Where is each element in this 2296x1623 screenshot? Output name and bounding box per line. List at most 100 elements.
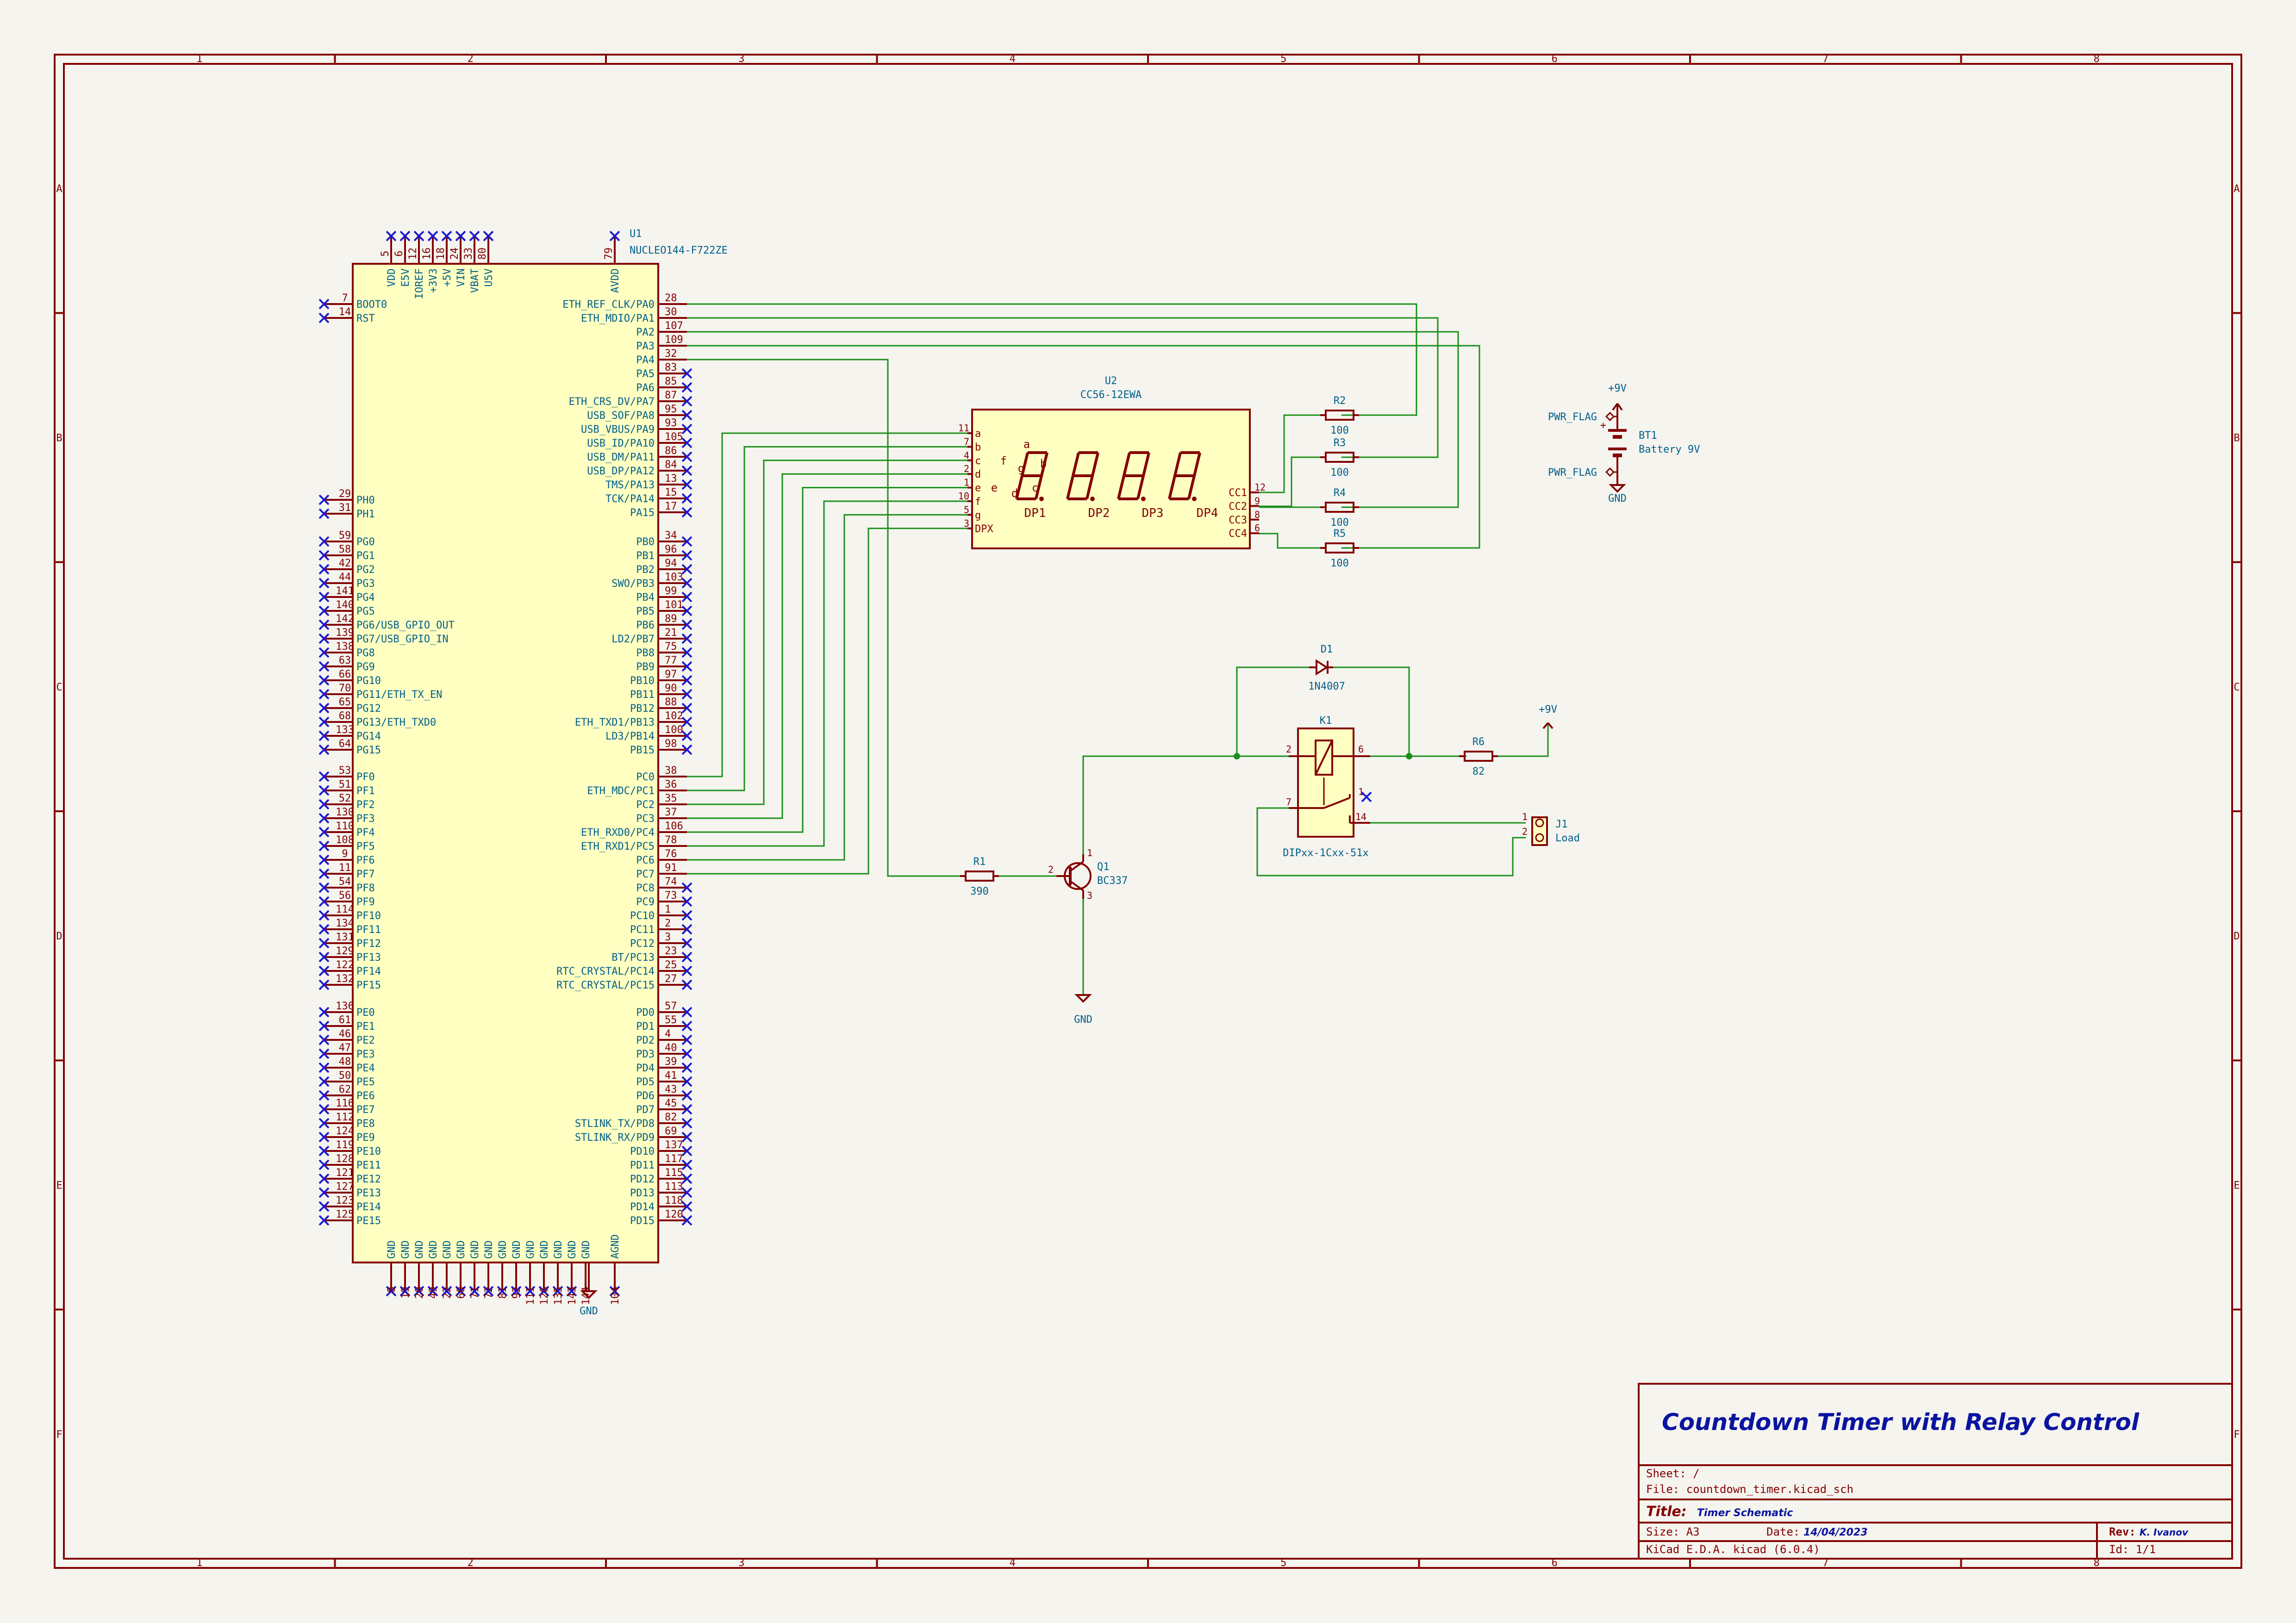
pin-number: 3 (1087, 890, 1092, 901)
pin-name: PD13 (630, 1188, 655, 1199)
pin-name: PB2 (636, 564, 655, 576)
pin-number: 112 (336, 1112, 354, 1123)
pin-number: 40 (665, 1042, 677, 1054)
resistor-value: 100 (1330, 558, 1349, 569)
pin-number: 14 (339, 306, 351, 318)
resistor-value: 100 (1330, 425, 1349, 436)
pin-number: 104 (610, 1287, 621, 1305)
pin-number: 2 (1286, 744, 1292, 755)
pin-number: 71 (469, 1287, 481, 1299)
digit-point-label: DP3 (1142, 506, 1164, 520)
pin-number: 98 (665, 738, 677, 750)
pin-name: PC3 (636, 813, 655, 825)
pin-number: 41 (665, 1070, 677, 1082)
pin-number: 118 (665, 1195, 683, 1206)
u2-body (971, 409, 1251, 549)
pin-name: PG1 (356, 550, 375, 562)
pin-name: PF6 (356, 855, 375, 866)
pin-number: 73 (665, 890, 677, 902)
relay-body (1297, 728, 1354, 838)
pin-number: 130 (336, 807, 354, 818)
pin-name: PE1 (356, 1021, 375, 1032)
pin-number: 123 (336, 1195, 354, 1206)
pin-name: RTC_CRYSTAL/PC15 (556, 980, 655, 991)
pin-number: 31 (339, 502, 351, 514)
frame-row-label: E (2234, 1180, 2240, 1192)
pin-number: 65 (339, 696, 351, 708)
size-label: Size: A3 (1646, 1525, 1700, 1538)
pin-name: GND (497, 1240, 509, 1259)
pin-name: GND (567, 1240, 578, 1259)
pin-name: ETH_CRS_DV/PA7 (569, 396, 655, 408)
q1-reference: Q1 (1097, 861, 1110, 873)
pin-name: ETH_TXD1/PB13 (575, 717, 655, 728)
pin-name: PD15 (630, 1215, 655, 1227)
pin-name: RST (356, 313, 375, 324)
pin-name: PF0 (356, 771, 375, 783)
pin-number: 141 (336, 585, 354, 597)
gnd-label: GND (1608, 493, 1627, 504)
decimal-point (1141, 497, 1146, 501)
resistor-value: 100 (1330, 517, 1349, 529)
pin-number: 9 (1254, 495, 1260, 506)
pin-number: 15 (665, 487, 677, 498)
pin-name: U5V (483, 268, 495, 287)
frame-column-label: 3 (738, 53, 744, 65)
pin-number: 28 (665, 292, 677, 304)
pin-number: 11 (339, 862, 351, 874)
resistor-reference: R3 (1334, 437, 1346, 449)
pin-number: 97 (665, 669, 677, 680)
pin-name: g (975, 510, 981, 521)
resistor-reference: R5 (1334, 528, 1346, 540)
junction-dot (1406, 753, 1412, 759)
pin-name: CC3 (1229, 515, 1247, 526)
pin-name: PF10 (356, 910, 381, 922)
pin-number: 1 (1522, 811, 1528, 822)
pin-name: PE6 (356, 1090, 375, 1102)
pin-number: 60 (455, 1287, 467, 1299)
frame-column-label: 6 (1552, 53, 1558, 65)
pin-name: PE9 (356, 1132, 375, 1144)
resistor-value: 390 (970, 886, 989, 897)
resistor-reference: R1 (973, 856, 986, 868)
frame-row-label: E (56, 1180, 62, 1192)
pin-name: VDD (386, 268, 398, 287)
pin-name: USB_SOF/PA8 (587, 410, 655, 422)
pin-number: 114 (336, 904, 354, 915)
pin-name: b (975, 442, 981, 453)
date-label: Date: (1766, 1525, 1800, 1538)
pin-number: 140 (336, 599, 354, 611)
pin-name: PC8 (636, 883, 655, 894)
pin-number: 76 (665, 848, 677, 860)
pin-number: 6 (393, 250, 405, 256)
pin-number: 107 (665, 320, 683, 332)
pin-number: 108 (336, 834, 354, 846)
pin-number: 4 (964, 450, 969, 461)
pin-name: E5V (400, 268, 412, 287)
pin-name: PC11 (630, 924, 655, 936)
frame-row-label: B (2234, 433, 2240, 444)
j1-reference: J1 (1555, 819, 1568, 830)
segment-label: g (1018, 462, 1024, 475)
pin-number: 86 (665, 445, 677, 457)
pin-name: PD3 (636, 1049, 655, 1060)
pin-name: PD6 (636, 1090, 655, 1102)
pin-number: 39 (665, 1056, 677, 1068)
u2-value: CC56-12EWA (1080, 389, 1142, 401)
pin-name: PF13 (356, 952, 381, 964)
pin-name: IOREF (414, 268, 425, 299)
pin-name: PF7 (356, 869, 375, 880)
pin-name: CC1 (1229, 487, 1247, 499)
pin-number: 83 (665, 362, 677, 373)
pin-number: 84 (665, 459, 677, 471)
pin-name: PC6 (636, 855, 655, 866)
pin-number: 128 (336, 1153, 354, 1165)
frame-column-label: 3 (738, 1557, 744, 1569)
bt1-reference: BT1 (1639, 430, 1657, 442)
decimal-point (1039, 497, 1044, 501)
pin-name: GND (580, 1240, 592, 1259)
pin-number: 29 (339, 488, 351, 500)
battery-plus-sign: + (1600, 420, 1606, 431)
pin-name: PG6/USB_GPIO_OUT (356, 620, 455, 631)
pin-number: 85 (665, 376, 677, 387)
